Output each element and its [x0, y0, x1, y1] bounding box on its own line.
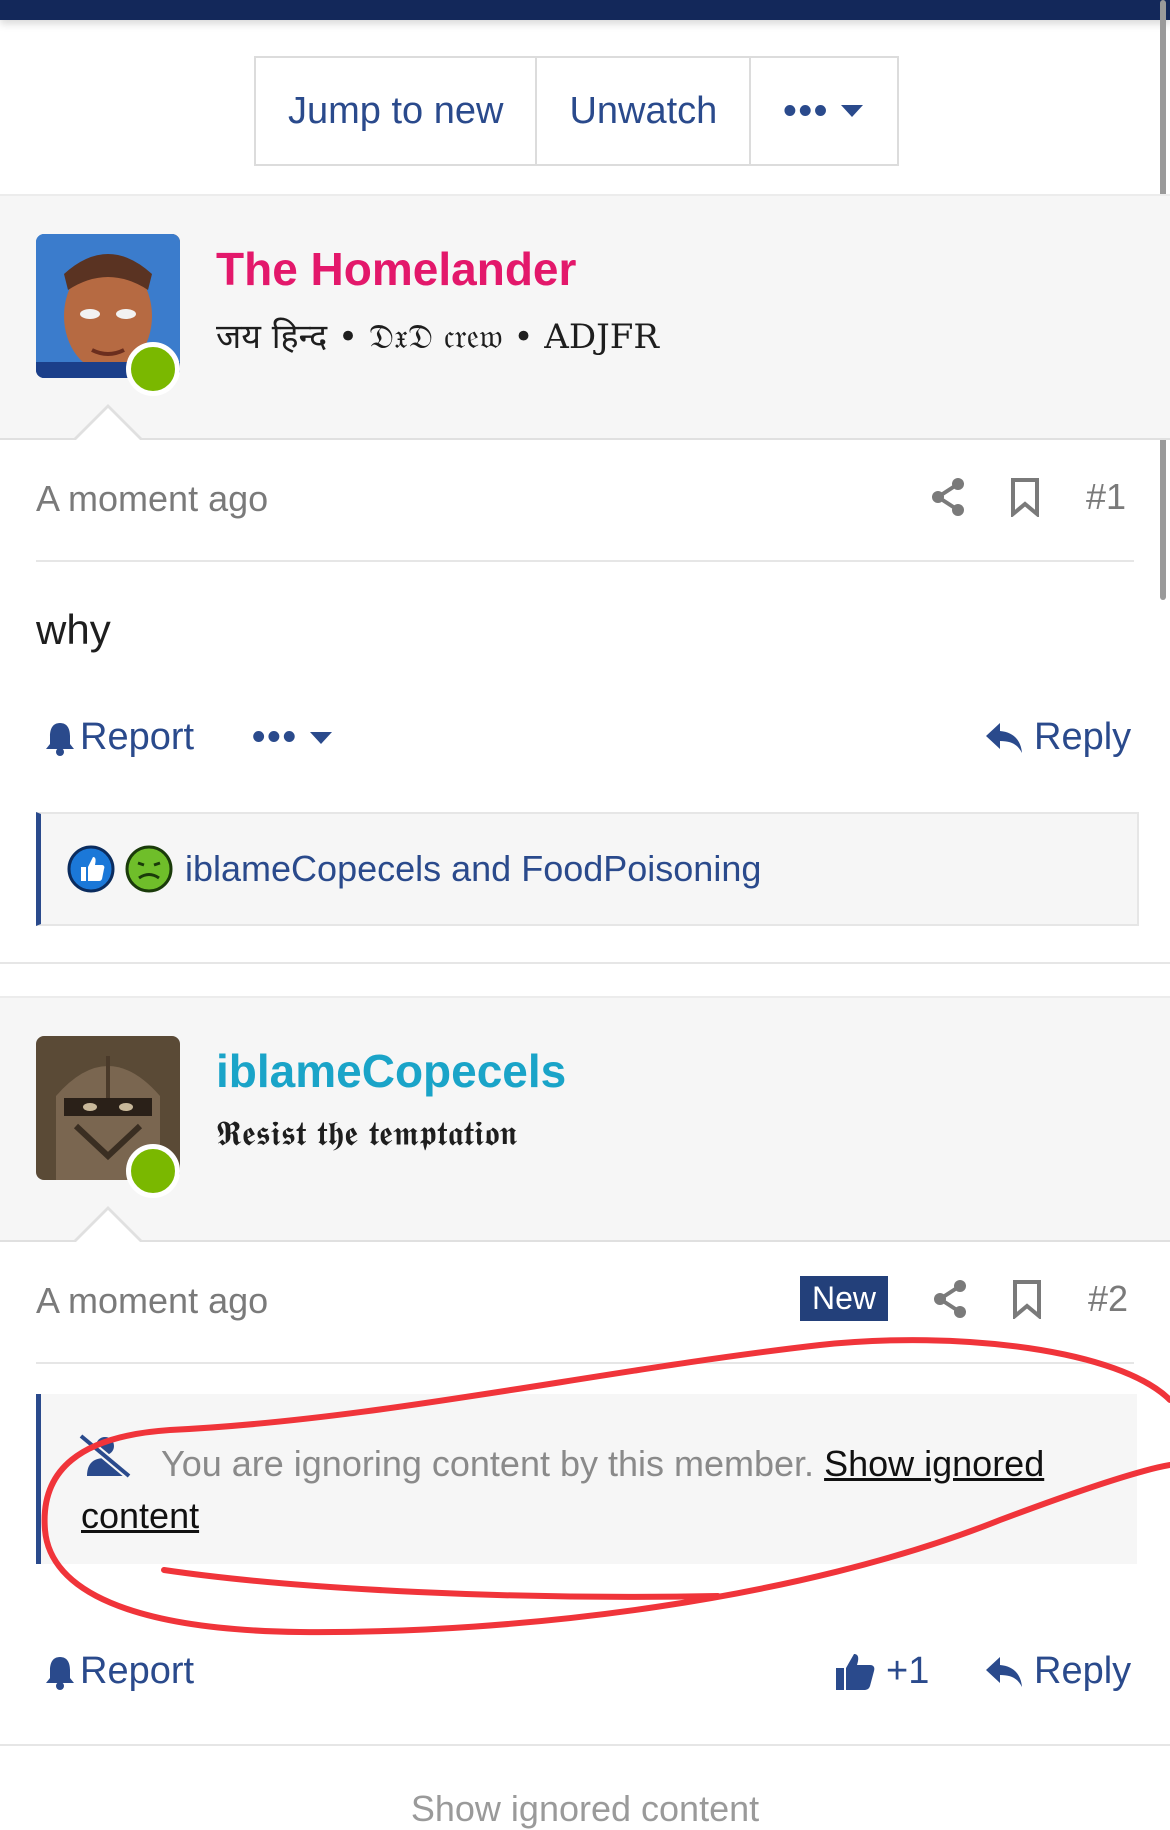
thumbs-up-icon: [836, 1653, 875, 1690]
new-badge: New: [800, 1276, 889, 1321]
sick-face-reaction-icon: [125, 845, 173, 893]
post-timestamp[interactable]: A moment ago: [36, 1280, 268, 1322]
jump-to-new-button[interactable]: Jump to new: [256, 58, 538, 164]
more-dots: •••: [783, 89, 830, 132]
online-status-indicator: [126, 1144, 180, 1198]
ignored-message: You are ignoring content by this member.: [161, 1443, 815, 1484]
unwatch-button[interactable]: Unwatch: [537, 58, 752, 164]
like-count: +1: [886, 1650, 930, 1692]
show-ignored-content-footer-link[interactable]: Show ignored content: [0, 1788, 1170, 1830]
ignored-content-notice: You are ignoring content by this member.…: [36, 1394, 1137, 1564]
online-status-indicator: [126, 342, 180, 396]
post-separator: [0, 1744, 1170, 1746]
user-title: जय हिन्द • 𝔇𝔵𝔇 𝔠𝔯𝔢𝔴 • ADJFR: [216, 317, 659, 357]
reply-arrow-icon: [986, 722, 1022, 753]
post-1-meta-actions: #1: [930, 476, 1126, 518]
bell-icon: [46, 722, 74, 756]
reply-arrow-icon: [986, 1656, 1022, 1687]
report-button[interactable]: Report: [44, 716, 194, 759]
reply-button[interactable]: Reply: [984, 716, 1131, 759]
reply-label: Reply: [1034, 716, 1132, 758]
post-timestamp[interactable]: A moment ago: [36, 478, 268, 520]
bell-icon: [46, 1656, 74, 1690]
post-separator: [0, 962, 1170, 964]
report-label: Report: [80, 716, 195, 758]
user-title: 𝕽𝖊𝖘𝖎𝖘𝖙 𝖙𝖍𝖊 𝖙𝖊𝖒𝖕𝖙𝖆𝖙𝖎𝖔𝖓: [216, 1114, 517, 1154]
thread-more-menu-button[interactable]: •••: [751, 58, 897, 164]
caret-down-icon: [309, 731, 332, 744]
post-1-user-header: The Homelander जय हिन्द • 𝔇𝔵𝔇 𝔠𝔯𝔢𝔴 • ADJ…: [0, 194, 1170, 440]
report-button[interactable]: Report: [44, 1650, 194, 1693]
thread-toolbar: Jump to new Unwatch •••: [254, 56, 900, 166]
bookmark-icon[interactable]: [1010, 477, 1040, 517]
post-author-name[interactable]: iblameCopecels: [216, 1044, 566, 1098]
header-pointer-fill: [76, 1210, 140, 1242]
divider: [36, 1362, 1134, 1364]
post-author-name[interactable]: The Homelander: [216, 242, 576, 296]
post-more-menu-button[interactable]: •••: [252, 716, 334, 759]
post-2-user-header: iblameCopecels 𝕽𝖊𝖘𝖎𝖘𝖙 𝖙𝖍𝖊 𝖙𝖊𝖒𝖕𝖙𝖆𝖙𝖎𝖔𝖓: [0, 996, 1170, 1242]
bookmark-icon[interactable]: [1012, 1279, 1042, 1319]
post-number-link[interactable]: #1: [1086, 476, 1126, 518]
ignored-content-text: You are ignoring content by this member.…: [81, 1438, 1091, 1542]
report-label: Report: [80, 1650, 195, 1692]
divider: [36, 560, 1134, 562]
reactions-bar[interactable]: iblameCopecels and FoodPoisoning: [36, 812, 1139, 926]
reply-label: Reply: [1034, 1650, 1132, 1692]
reply-button[interactable]: Reply: [984, 1650, 1131, 1693]
post-2-meta-actions: New #2: [800, 1276, 1128, 1321]
more-dots: •••: [252, 716, 298, 758]
like-button[interactable]: +1: [834, 1650, 929, 1693]
post-message: why: [36, 606, 111, 653]
share-icon[interactable]: [930, 477, 966, 517]
post-number-link[interactable]: #2: [1088, 1278, 1128, 1320]
reactions-users-text[interactable]: iblameCopecels and FoodPoisoning: [185, 848, 761, 890]
like-reaction-icon: [67, 845, 115, 893]
header-pointer-fill: [76, 408, 140, 440]
top-nav-bar: [0, 0, 1170, 20]
caret-down-icon: [841, 105, 864, 117]
share-icon[interactable]: [932, 1279, 968, 1319]
